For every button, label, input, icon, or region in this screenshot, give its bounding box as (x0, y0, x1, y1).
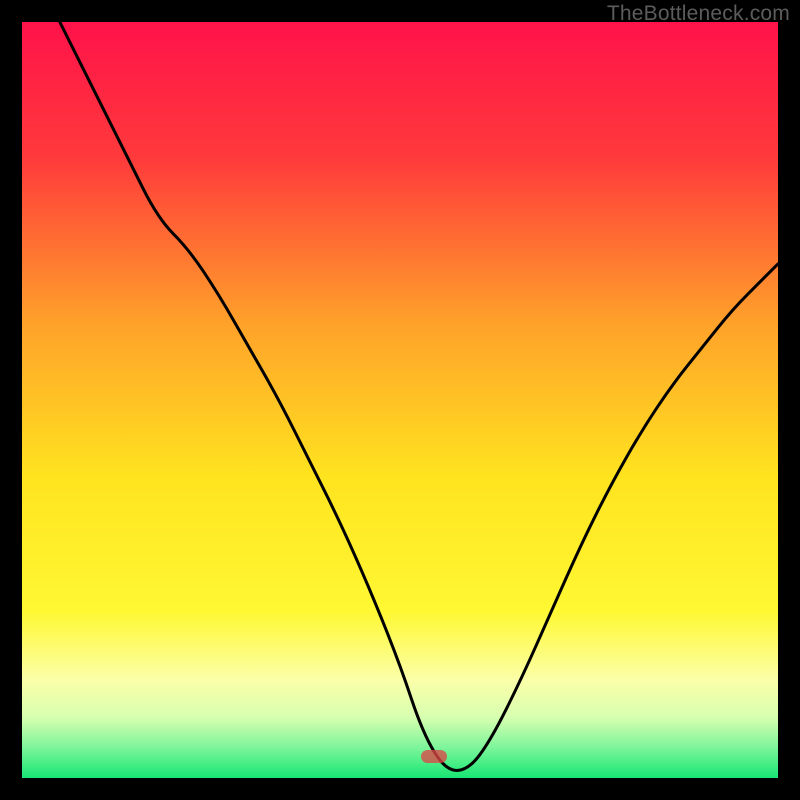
optimal-point-marker (421, 750, 447, 763)
plot-area (22, 22, 778, 778)
curve-layer (22, 22, 778, 778)
bottleneck-curve (60, 22, 778, 770)
chart-frame: TheBottleneck.com (0, 0, 800, 800)
